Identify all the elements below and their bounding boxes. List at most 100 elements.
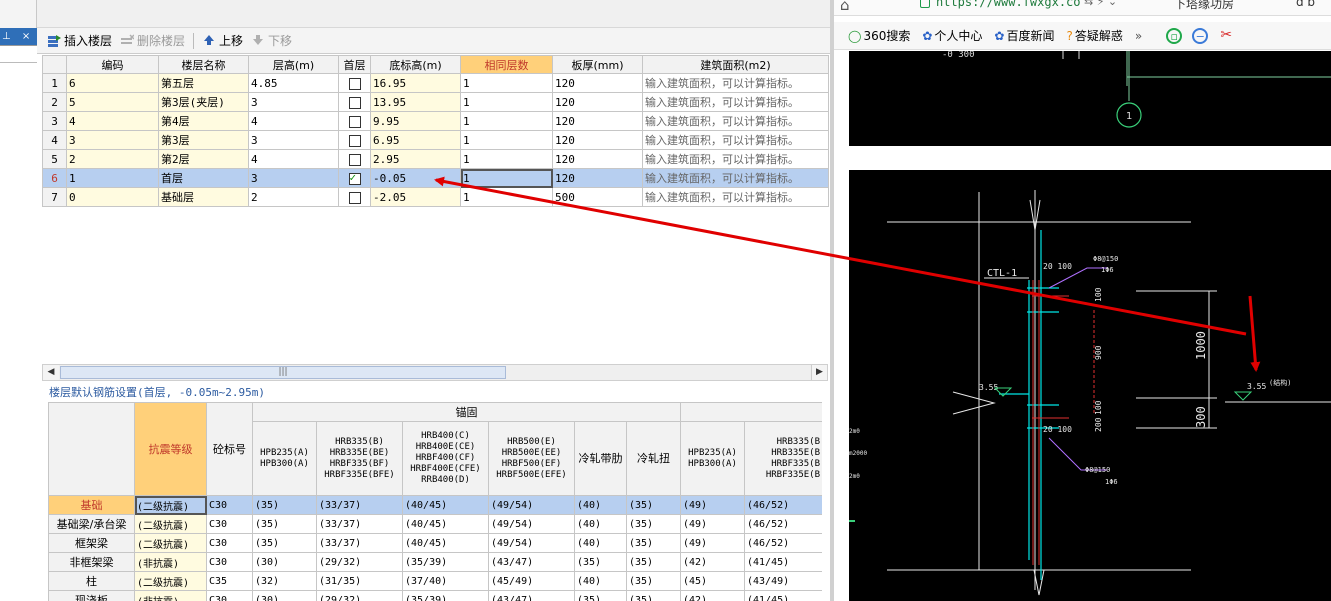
seismic-grade-cell[interactable]: (非抗震) bbox=[134, 590, 207, 601]
rebar-row[interactable]: 现浇板(非抗震)C30(30)(29/32)(35/39)(43/47)(35)… bbox=[48, 590, 822, 601]
anchorage-value-cell[interactable]: (49) bbox=[680, 495, 745, 515]
anchorage-value-cell[interactable]: (46/52) bbox=[744, 533, 822, 553]
anchorage-value-cell[interactable]: (42) bbox=[680, 552, 745, 572]
anchorage-value-cell[interactable]: (35/39) bbox=[402, 552, 489, 572]
floor-height-cell[interactable]: 3 bbox=[248, 168, 339, 188]
anchorage-value-cell[interactable]: (41/45) bbox=[744, 552, 822, 572]
bottom-elevation-cell[interactable]: 13.95 bbox=[370, 92, 461, 112]
seismic-grade-cell[interactable]: (二级抗震) bbox=[134, 533, 207, 553]
floor-row[interactable]: 1 6 第五层 4.85 16.95 1 120 输入建筑面积，可以计算指标。 bbox=[42, 73, 829, 93]
bookmark-qa[interactable]: ? 答疑解惑 bbox=[1067, 27, 1123, 44]
rebar-row[interactable]: 基础梁/承台梁 (二级抗震) C30 (35) (33/37) (40/45) (49/54… bbox=[48, 514, 822, 534]
rebar-row[interactable]: 柱 (二级抗震) C35 (32) (31/35) (37/40) (45/49) (40)(… bbox=[48, 571, 822, 591]
slab-thickness-cell[interactable]: 120 bbox=[552, 92, 643, 112]
first-floor-cell[interactable] bbox=[338, 187, 371, 207]
anchorage-value-cell[interactable]: (46/52) bbox=[744, 495, 822, 515]
code-cell[interactable]: 2 bbox=[66, 149, 159, 169]
url-text[interactable]: https://www.fwxgx.co bbox=[936, 0, 1081, 9]
concrete-grade-cell[interactable]: C30 bbox=[206, 533, 253, 553]
floor-row[interactable]: 4 3 第3层 3 6.95 1 120 输入建筑面积，可以计算指标。 bbox=[42, 130, 829, 150]
anchorage-value-cell[interactable]: (46/52) bbox=[744, 514, 822, 534]
code-cell[interactable]: 3 bbox=[66, 130, 159, 150]
first-floor-cell[interactable] bbox=[338, 111, 371, 131]
same-floor-count-cell[interactable]: 1 bbox=[460, 168, 553, 188]
floor-row[interactable]: 5 2 第2层 4 2.95 1 120 输入建筑面积，可以计算指标。 bbox=[42, 149, 829, 169]
first-floor-cell[interactable] bbox=[338, 130, 371, 150]
anchorage-value-cell[interactable]: (30) bbox=[252, 552, 317, 572]
bottom-elevation-cell[interactable]: 6.95 bbox=[370, 130, 461, 150]
col-header-hpb-lap[interactable]: HPB235(A) HPB300(A) bbox=[680, 421, 745, 496]
bottom-elevation-cell[interactable]: 16.95 bbox=[370, 73, 461, 93]
anchorage-value-cell[interactable]: (49/54) bbox=[488, 514, 575, 534]
floor-height-cell[interactable]: 4 bbox=[248, 111, 339, 131]
floor-row[interactable]: 3 4 第4层 4 9.95 1 120 输入建筑面积，可以计算指标。 bbox=[42, 111, 829, 131]
floor-row[interactable]: 7 0 基础层 2 -2.05 1 500 输入建筑面积，可以计算指标。 bbox=[42, 187, 829, 207]
anchorage-value-cell[interactable]: (49) bbox=[680, 533, 745, 553]
anchorage-value-cell[interactable]: (35) bbox=[252, 495, 317, 515]
bookmarks-more-icon[interactable]: » bbox=[1135, 29, 1142, 43]
anchorage-value-cell[interactable]: (40) bbox=[574, 495, 627, 515]
seismic-grade-cell[interactable]: (非抗震) bbox=[134, 552, 207, 572]
bottom-elevation-cell[interactable]: -2.05 bbox=[370, 187, 461, 207]
anchorage-value-cell[interactable]: (45) bbox=[680, 571, 745, 591]
anchorage-value-cell[interactable]: (33/37) bbox=[316, 495, 403, 515]
move-down-button[interactable]: 下移 bbox=[251, 32, 292, 49]
first-floor-checkbox[interactable] bbox=[348, 96, 361, 109]
first-floor-cell[interactable] bbox=[338, 149, 371, 169]
building-area-cell[interactable]: 输入建筑面积，可以计算指标。 bbox=[642, 130, 829, 150]
building-area-cell[interactable]: 输入建筑面积，可以计算指标。 bbox=[642, 73, 829, 93]
same-floor-count-cell[interactable]: 1 bbox=[460, 149, 553, 169]
first-floor-checkbox[interactable] bbox=[348, 153, 361, 166]
floor-name-cell[interactable]: 基础层 bbox=[158, 187, 249, 207]
home-icon[interactable]: ⌂ bbox=[840, 0, 850, 14]
floor-height-cell[interactable]: 3 bbox=[248, 130, 339, 150]
anchorage-value-cell[interactable]: (31/35) bbox=[316, 571, 403, 591]
col-header-concrete-grade[interactable]: 砼标号 bbox=[206, 402, 253, 496]
first-floor-cell[interactable] bbox=[338, 92, 371, 112]
first-floor-checkbox[interactable] bbox=[348, 134, 361, 147]
col-header-code[interactable]: 编码 bbox=[66, 55, 159, 74]
col-header-hrb335-lap[interactable]: HRB335(B HRB335E(B HRBF335(B HRBF335E(B bbox=[744, 421, 822, 496]
anchorage-value-cell[interactable]: (35) bbox=[626, 495, 681, 515]
floor-name-cell[interactable]: 第4层 bbox=[158, 111, 249, 131]
col-header-hrb400-anchor[interactable]: HRB400(C) HRB400E(CE) HRBF400(CF) HRBF40… bbox=[402, 421, 489, 496]
concrete-grade-cell[interactable]: C35 bbox=[206, 571, 253, 591]
anchorage-value-cell[interactable]: (32) bbox=[252, 571, 317, 591]
seismic-grade-cell[interactable]: (二级抗震) bbox=[134, 495, 207, 515]
rebar-row[interactable]: 基础 (二级抗震) C30 (35) (33/37) (40/45) (49/54) (40)… bbox=[48, 495, 822, 515]
rebar-row[interactable]: 框架梁 (二级抗震) C30 (35) (33/37) (40/45) (49/54) (40… bbox=[48, 533, 822, 553]
pin-icon[interactable]: ⊥ bbox=[2, 31, 11, 42]
scissors-icon[interactable]: ✂ bbox=[1218, 28, 1234, 44]
search-box-text[interactable]: 下塔缘功房 bbox=[1174, 0, 1234, 12]
anchorage-value-cell[interactable]: (33/37) bbox=[316, 533, 403, 553]
delete-floor-button[interactable]: 删除楼层 bbox=[120, 32, 185, 49]
col-header-cold-rolled-twisted[interactable]: 冷轧扭 bbox=[626, 421, 681, 496]
code-cell[interactable]: 0 bbox=[66, 187, 159, 207]
anchorage-value-cell[interactable]: (42) bbox=[680, 590, 745, 601]
building-area-cell[interactable]: 输入建筑面积，可以计算指标。 bbox=[642, 187, 829, 207]
floor-name-cell[interactable]: 第3层(夹层) bbox=[158, 92, 249, 112]
building-area-cell[interactable]: 输入建筑面积，可以计算指标。 bbox=[642, 111, 829, 131]
anchorage-value-cell[interactable]: (40) bbox=[574, 533, 627, 553]
green-extension-icon[interactable]: ▫ bbox=[1166, 27, 1183, 44]
anchorage-value-cell[interactable]: (49/54) bbox=[488, 533, 575, 553]
seismic-grade-cell[interactable]: (二级抗震) bbox=[134, 514, 207, 534]
first-floor-cell[interactable] bbox=[338, 73, 371, 93]
anchorage-value-cell[interactable]: (30) bbox=[252, 590, 317, 601]
bookmark-user-center[interactable]: ✿ 个人中心 bbox=[922, 27, 982, 44]
scroll-left-icon[interactable]: ◀ bbox=[43, 365, 59, 380]
anchorage-value-cell[interactable]: (40) bbox=[574, 514, 627, 534]
first-floor-checkbox[interactable] bbox=[348, 115, 361, 128]
floor-row[interactable]: 61首层3-0.051120输入建筑面积，可以计算指标。 bbox=[42, 168, 829, 188]
anchorage-value-cell[interactable]: (43/49) bbox=[744, 571, 822, 591]
anchorage-value-cell[interactable]: (35/39) bbox=[402, 590, 489, 601]
same-floor-count-cell[interactable]: 1 bbox=[460, 92, 553, 112]
bottom-elevation-cell[interactable]: 2.95 bbox=[370, 149, 461, 169]
anchorage-value-cell[interactable]: (35) bbox=[626, 571, 681, 591]
anchorage-value-cell[interactable]: (43/47) bbox=[488, 590, 575, 601]
anchorage-value-cell[interactable]: (40) bbox=[574, 571, 627, 591]
col-header-seismic-grade[interactable]: 抗震等级 bbox=[134, 402, 207, 496]
floor-name-cell[interactable]: 第3层 bbox=[158, 130, 249, 150]
same-floor-count-cell[interactable]: 1 bbox=[460, 111, 553, 131]
anchorage-value-cell[interactable]: (29/32) bbox=[316, 590, 403, 601]
